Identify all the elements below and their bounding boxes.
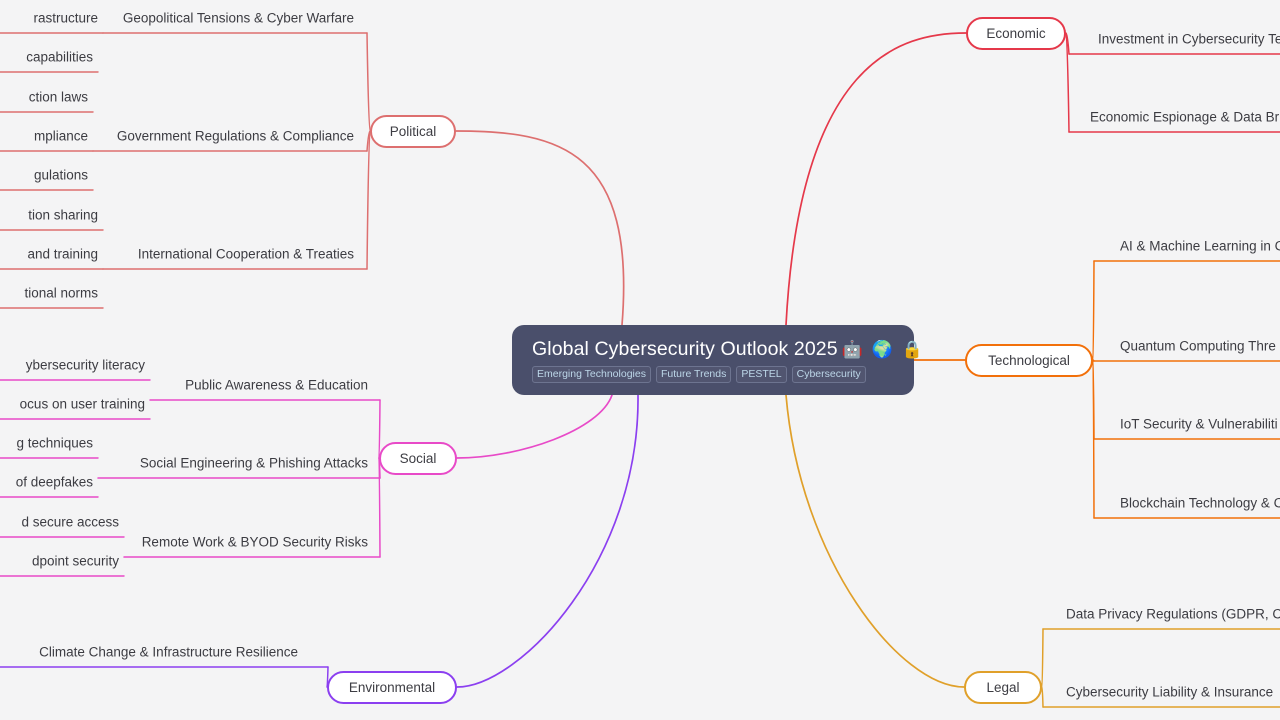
branch-node-economic[interactable]: Economic — [966, 16, 1066, 50]
subtopic-label[interactable]: Climate Change & Infrastructure Resilien… — [39, 645, 298, 659]
branch-node-social[interactable]: Social — [379, 441, 457, 475]
subtopic-label[interactable]: Quantum Computing Thre — [1120, 339, 1276, 353]
root-node[interactable]: Global Cybersecurity Outlook 2025 🤖 🌍 🔒 E… — [512, 325, 923, 395]
branch-node-environmental[interactable]: Environmental — [327, 670, 457, 704]
detail-label[interactable]: ction laws — [29, 90, 88, 104]
subtopic-label[interactable]: Government Regulations & Compliance — [117, 129, 354, 143]
mindmap-canvas: Global Cybersecurity Outlook 2025 🤖 🌍 🔒 E… — [0, 0, 1280, 720]
root-tag-list: Emerging Technologies Future Trends PESTEL… — [532, 366, 894, 384]
subtopic-label[interactable]: Public Awareness & Education — [185, 378, 368, 392]
branch-label: Social — [399, 450, 437, 466]
subtopic-label[interactable]: Remote Work & BYOD Security Risks — [142, 535, 368, 549]
subtopic-label[interactable]: AI & Machine Learning in C — [1120, 239, 1280, 253]
detail-label[interactable]: mpliance — [34, 129, 88, 143]
subtopic-label[interactable]: International Cooperation & Treaties — [138, 247, 354, 261]
subtopic-label[interactable]: Investment in Cybersecurity Te — [1098, 32, 1280, 46]
branch-node-technological[interactable]: Technological — [965, 343, 1093, 377]
root-emoji-group: 🤖 🌍 🔒 — [841, 339, 925, 359]
detail-label[interactable]: ocus on user training — [20, 397, 145, 411]
subtopic-label[interactable]: Data Privacy Regulations (GDPR, CC — [1066, 607, 1280, 621]
branch-label: Technological — [988, 352, 1070, 368]
root-title: Global Cybersecurity Outlook 2025 🤖 🌍 🔒 — [532, 337, 923, 360]
detail-label[interactable]: capabilities — [26, 50, 93, 64]
branch-label: Political — [389, 123, 437, 139]
branch-label: Economic — [986, 25, 1046, 41]
root-tag[interactable]: Emerging Technologies — [532, 366, 651, 384]
detail-label[interactable]: tional norms — [24, 286, 98, 300]
subtopic-label[interactable]: Blockchain Technology & C — [1120, 496, 1280, 510]
detail-label[interactable]: ybersecurity literacy — [26, 358, 145, 372]
branch-node-legal[interactable]: Legal — [964, 670, 1042, 704]
root-title-text: Global Cybersecurity Outlook 2025 — [532, 337, 838, 360]
detail-label[interactable]: gulations — [34, 168, 88, 182]
detail-label[interactable]: dpoint security — [32, 554, 119, 568]
subtopic-label[interactable]: Geopolitical Tensions & Cyber Warfare — [123, 11, 354, 25]
subtopic-label[interactable]: Social Engineering & Phishing Attacks — [140, 456, 368, 470]
detail-label[interactable]: rastructure — [33, 11, 98, 25]
subtopic-label[interactable]: Cybersecurity Liability & Insurance — [1066, 685, 1273, 699]
subtopic-label[interactable]: Economic Espionage & Data Br — [1090, 110, 1279, 124]
subtopic-label[interactable]: IoT Security & Vulnerabiliti — [1120, 417, 1278, 431]
root-tag[interactable]: Future Trends — [655, 366, 732, 384]
branch-label: Environmental — [348, 679, 436, 695]
detail-label[interactable]: of deepfakes — [16, 475, 93, 489]
branch-node-political[interactable]: Political — [370, 114, 456, 148]
detail-label[interactable]: and training — [27, 247, 98, 261]
branch-label: Legal — [986, 679, 1020, 695]
detail-label[interactable]: tion sharing — [28, 208, 98, 222]
root-tag[interactable]: PESTEL — [736, 366, 787, 384]
detail-label[interactable]: g techniques — [16, 436, 93, 450]
detail-label[interactable]: d secure access — [21, 515, 119, 529]
root-tag[interactable]: Cybersecurity — [791, 366, 866, 384]
